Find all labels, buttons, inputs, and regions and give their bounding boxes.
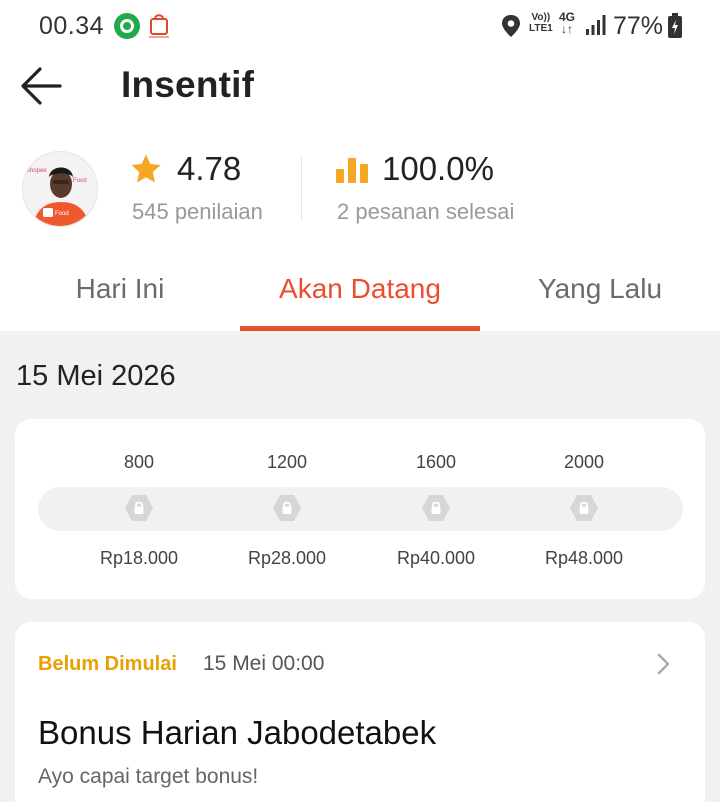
lock-icon: [125, 495, 153, 521]
profile-divider: [301, 157, 302, 221]
milestone-target: 1200: [266, 452, 308, 472]
location-icon: [502, 15, 520, 37]
milestone-target: 800: [123, 452, 155, 472]
tab-akan-datang[interactable]: Akan Datang: [240, 273, 480, 305]
milestone-reward: Rp28.000: [247, 548, 327, 568]
back-arrow-icon[interactable]: [20, 66, 62, 106]
milestone-reward: Rp40.000: [396, 548, 476, 568]
bonus-subtitle: Ayo capai target bonus!: [38, 765, 259, 788]
svg-text:Shopee: Shopee: [26, 168, 47, 174]
network-indicator: 4G ↓↑: [559, 11, 575, 35]
network-arrows: ↓↑: [561, 22, 573, 36]
star-icon: [131, 154, 161, 183]
lock-icon: [273, 495, 301, 521]
volte-top-label: Vo)): [531, 12, 551, 23]
gojek-notification-icon: [114, 13, 140, 39]
lock-icon: [422, 495, 450, 521]
tab-hari-ini[interactable]: Hari Ini: [0, 273, 240, 305]
status-bar: 00.34 Vo)) LTE1 4G ↓↑ 77%: [0, 0, 720, 54]
milestone-target: 1600: [415, 452, 457, 472]
milestone-reward: Rp48.000: [544, 548, 624, 568]
lock-icon: [570, 495, 598, 521]
battery-percent: 77%: [613, 12, 664, 40]
avatar: Shopee Food Food: [22, 151, 98, 227]
volte-bottom-label: LTE1: [529, 23, 553, 34]
milestone-card: 800 Rp18.000 1200 Rp28.000 1600 Rp40.000…: [15, 419, 705, 599]
battery-icon: [668, 13, 682, 38]
bar-chart-icon: [336, 158, 368, 183]
tab-yang-lalu[interactable]: Yang Lalu: [480, 273, 720, 305]
active-tab-indicator: [240, 326, 480, 331]
date-heading: 15 Mei 2026: [16, 360, 176, 392]
bonus-start-time: 15 Mei 00:00: [203, 652, 325, 675]
rating-count: 545 penilaian: [132, 199, 263, 224]
bonus-card[interactable]: Belum Dimulai 15 Mei 00:00 Bonus Harian …: [15, 622, 705, 802]
volte-indicator: Vo)) LTE1: [529, 12, 553, 34]
milestone-reward: Rp18.000: [99, 548, 179, 568]
status-time: 00.34: [39, 12, 105, 40]
completion-label: 2 pesanan selesai: [337, 199, 515, 224]
milestone-target: 2000: [563, 452, 605, 472]
completion-rate: 100.0%: [382, 150, 494, 187]
rating-value: 4.78: [177, 150, 242, 187]
bonus-title: Bonus Harian Jabodetabek: [38, 714, 437, 751]
svg-text:Food: Food: [73, 178, 87, 184]
page-title: Insentif: [121, 64, 255, 105]
bonus-status-tag: Belum Dimulai: [38, 653, 177, 675]
chevron-right-icon[interactable]: [653, 652, 673, 676]
signal-icon: [586, 15, 606, 35]
shopee-notification-icon: [149, 14, 169, 38]
svg-text:Food: Food: [55, 211, 69, 217]
